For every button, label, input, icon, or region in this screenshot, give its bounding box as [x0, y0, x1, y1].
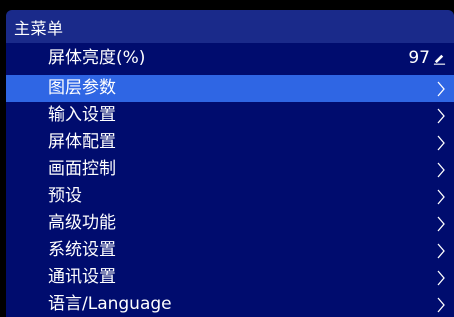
menu-list: 屏体亮度(%) 97 图层参数 输入设置 屏体配置 画面控制 预设 高级功能 系… [6, 43, 454, 317]
menu-item-input-settings[interactable]: 输入设置 [6, 102, 454, 129]
chevron-right-icon [437, 216, 445, 231]
menu-item-label: 输入设置 [48, 105, 116, 125]
menu-item-picture-control[interactable]: 画面控制 [6, 156, 454, 183]
menu-item-language[interactable]: 语言/Language [6, 291, 454, 317]
chevron-right-icon [437, 81, 445, 96]
menu-item-communication-settings[interactable]: 通讯设置 [6, 264, 454, 291]
menu-item-advanced-functions[interactable]: 高级功能 [6, 210, 454, 237]
menu-item-label: 语言/Language [48, 294, 172, 314]
menu-item-presets[interactable]: 预设 [6, 183, 454, 210]
menu-header: 主菜单 [6, 10, 454, 43]
menu-item-label: 高级功能 [48, 213, 116, 233]
chevron-right-icon [437, 189, 445, 204]
chevron-right-icon [437, 243, 445, 258]
edit-icon [433, 54, 446, 65]
brightness-value-group: 97 [408, 45, 446, 72]
menu-item-label: 屏体亮度(%) [48, 48, 146, 68]
chevron-right-icon [437, 162, 445, 177]
chevron-right-icon [437, 108, 445, 123]
menu-item-label: 通讯设置 [48, 267, 116, 287]
menu-item-screen-configuration[interactable]: 屏体配置 [6, 129, 454, 156]
chevron-right-icon [437, 297, 445, 312]
brightness-value: 97 [408, 48, 430, 68]
menu-title: 主菜单 [14, 18, 64, 38]
main-menu-screen: 主菜单 屏体亮度(%) 97 图层参数 输入设置 屏体配置 画面控制 预设 高级… [0, 0, 454, 317]
menu-item-label: 屏体配置 [48, 132, 116, 152]
menu-item-label: 预设 [48, 186, 82, 206]
menu-item-screen-brightness[interactable]: 屏体亮度(%) 97 [6, 45, 454, 72]
menu-item-label: 系统设置 [48, 240, 116, 260]
chevron-right-icon [437, 270, 445, 285]
menu-item-layer-parameters[interactable]: 图层参数 [6, 75, 454, 102]
chevron-right-icon [437, 135, 445, 150]
menu-item-label: 画面控制 [48, 159, 116, 179]
menu-item-label: 图层参数 [48, 78, 116, 98]
menu-item-system-settings[interactable]: 系统设置 [6, 237, 454, 264]
